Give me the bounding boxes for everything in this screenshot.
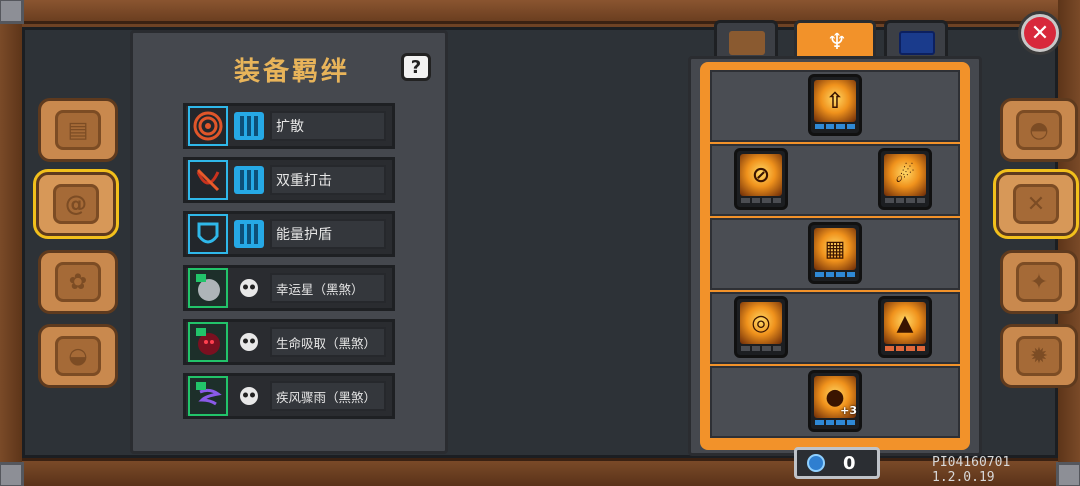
bond-row[interactable]: 疾风骤雨（黑煞） [183, 373, 395, 419]
dark-skull-icon [234, 274, 264, 302]
blue-gem-icon [807, 454, 825, 472]
version-label: PI04160701 1.2.0.19 [932, 455, 1011, 485]
helmet-icon: ◒ [55, 336, 101, 376]
tab-compass[interactable]: ✦ [1000, 250, 1078, 314]
skill-level-pips [815, 272, 855, 277]
vortex-icon: ◎ [740, 302, 782, 344]
wood-frame-left [0, 0, 22, 486]
energy-shield-icon [188, 214, 228, 254]
tab-helmet[interactable]: ◒ [38, 324, 118, 388]
blue-banner-icon [899, 31, 935, 55]
bond-row[interactable]: 生命吸取（黑煞） [183, 319, 395, 365]
skill-scroll[interactable]: ▦ [808, 222, 862, 284]
flower-icon: ✿ [55, 262, 101, 302]
compass-star-icon: ✦ [1016, 262, 1062, 302]
skill-level-pips [885, 198, 925, 203]
skill-level-pips [885, 346, 925, 351]
swirl-clouds-icon: @ [53, 184, 99, 224]
wood-frame-bottom [0, 458, 1080, 486]
close-icon: ✕ [1024, 17, 1056, 49]
help-button[interactable]: ? [401, 53, 431, 81]
storm-icon [188, 376, 228, 416]
bond-name: 双重打击 [270, 165, 386, 195]
bond-name: 能量护盾 [270, 219, 386, 249]
gear-icon: ✹ [1016, 336, 1062, 376]
wood-frame-right [1058, 0, 1080, 486]
tab-crossed-swords[interactable]: ✕ [996, 172, 1076, 236]
skill-level-pips [741, 198, 781, 203]
skill-power-up[interactable]: ⇧ [808, 74, 862, 136]
skill-level-pips [815, 420, 855, 425]
skill-orbit-slash[interactable]: ⊘ [734, 148, 788, 210]
tab-helmet-right[interactable]: ◓ [1000, 98, 1078, 162]
tab-equipment-bonds[interactable]: @ [36, 172, 116, 236]
level-bars-icon [234, 220, 264, 248]
tab-flower[interactable]: ✿ [38, 250, 118, 314]
skill-meteor[interactable]: ☄ [878, 148, 932, 210]
equipment-bonds-panel: 装备羁绊 ? 扩散 双重打击 能量护盾 幸运星（黑煞） 生命吸取（黑煞） 疾风骤… [130, 30, 448, 454]
bond-name: 扩散 [270, 111, 386, 141]
skill-level-pips [815, 124, 855, 129]
bond-row[interactable]: 幸运星（黑煞） [183, 265, 395, 311]
dark-skull-icon [234, 382, 264, 410]
crossed-swords-icon: ✕ [1013, 184, 1059, 224]
bond-row[interactable]: 双重打击 [183, 157, 395, 203]
frame-corner [0, 0, 24, 24]
skill-fire-giant[interactable]: ▲ [878, 296, 932, 358]
life-drain-icon [188, 322, 228, 362]
trident-crest-icon: ♆ [819, 31, 855, 55]
bond-row[interactable]: 扩散 [183, 103, 395, 149]
gem-count: 0 [843, 452, 856, 474]
fire-giant-icon: ▲ [884, 302, 926, 344]
skill-vortex[interactable]: ◎ [734, 296, 788, 358]
power-up-icon: ⇧ [814, 80, 856, 122]
scroll-icon: ▦ [814, 228, 856, 270]
dark-skull-icon [234, 328, 264, 356]
skill-bonus-badge: +3 [840, 404, 857, 417]
tab-banner[interactable] [884, 20, 948, 60]
double-strike-icon [188, 160, 228, 200]
level-bars-icon [234, 166, 264, 194]
gem-currency-display: 0 [794, 447, 880, 479]
ripple-icon [188, 106, 228, 146]
bond-name: 幸运星（黑煞） [270, 273, 386, 303]
meteor-icon: ☄ [884, 154, 926, 196]
skill-golden-pet[interactable]: ● +3 [808, 370, 862, 432]
helmet-icon: ◓ [1016, 110, 1062, 150]
close-button[interactable]: ✕ [1018, 11, 1062, 55]
tab-gear[interactable]: ✹ [1000, 324, 1078, 388]
weapon-icon [729, 31, 765, 55]
skill-tree: ⇧ ⊘ ☄ ▦ ◎ ▲ ● +3 [700, 62, 970, 450]
skill-level-pips [741, 346, 781, 351]
bond-row[interactable]: 能量护盾 [183, 211, 395, 257]
book-icon: ▤ [55, 110, 101, 150]
level-bars-icon [234, 112, 264, 140]
bond-name: 疾风骤雨（黑煞） [270, 381, 386, 411]
tab-weapon[interactable] [714, 20, 778, 60]
tab-book[interactable]: ▤ [38, 98, 118, 162]
frame-corner [0, 462, 24, 486]
lucky-star-icon [188, 268, 228, 308]
bond-name: 生命吸取（黑煞） [270, 327, 386, 357]
orbit-slash-icon: ⊘ [740, 154, 782, 196]
